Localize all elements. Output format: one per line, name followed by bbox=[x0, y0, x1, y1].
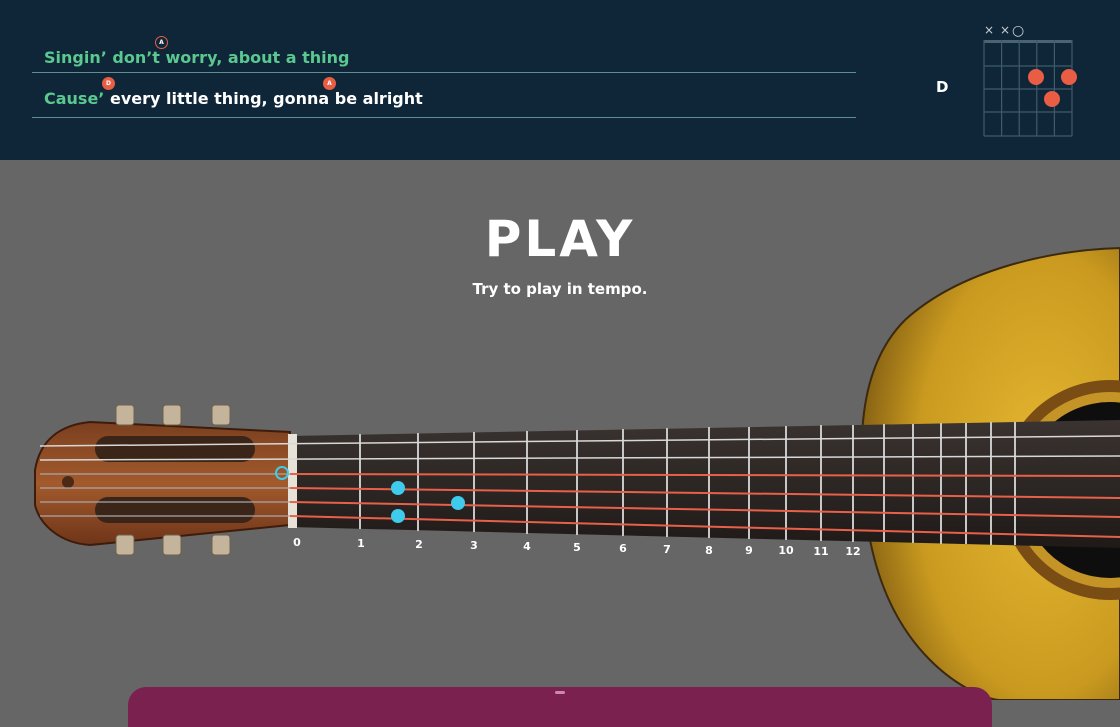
brand-logo-icon bbox=[62, 476, 74, 488]
play-subtitle: Try to play in tempo. bbox=[472, 280, 648, 298]
fret-number-12: 12 bbox=[845, 545, 861, 558]
fret-number-8: 8 bbox=[705, 544, 713, 557]
fret-number-7: 7 bbox=[663, 543, 671, 556]
fret-number-4: 4 bbox=[523, 540, 531, 553]
fret-number-6: 6 bbox=[619, 542, 627, 555]
play-title: PLAY bbox=[484, 210, 636, 268]
fret-number-1: 1 bbox=[357, 537, 365, 550]
finger-dot-fret2-b bbox=[391, 509, 405, 523]
finger-dot-fret3 bbox=[451, 496, 465, 510]
fret-number-5: 5 bbox=[573, 541, 581, 554]
fret-number-10: 10 bbox=[778, 544, 794, 557]
bottom-drawer[interactable] bbox=[128, 687, 992, 727]
finger-dot-fret2-a bbox=[391, 481, 405, 495]
fret-number-11: 11 bbox=[813, 545, 829, 558]
fret-number-3: 3 bbox=[470, 539, 478, 552]
fret-number-0: 0 bbox=[293, 536, 301, 549]
guitar-illustration bbox=[34, 246, 1120, 700]
drawer-handle[interactable] bbox=[555, 691, 565, 694]
fret-number-2: 2 bbox=[415, 538, 423, 551]
nut bbox=[288, 434, 297, 528]
fret-number-9: 9 bbox=[745, 544, 753, 557]
